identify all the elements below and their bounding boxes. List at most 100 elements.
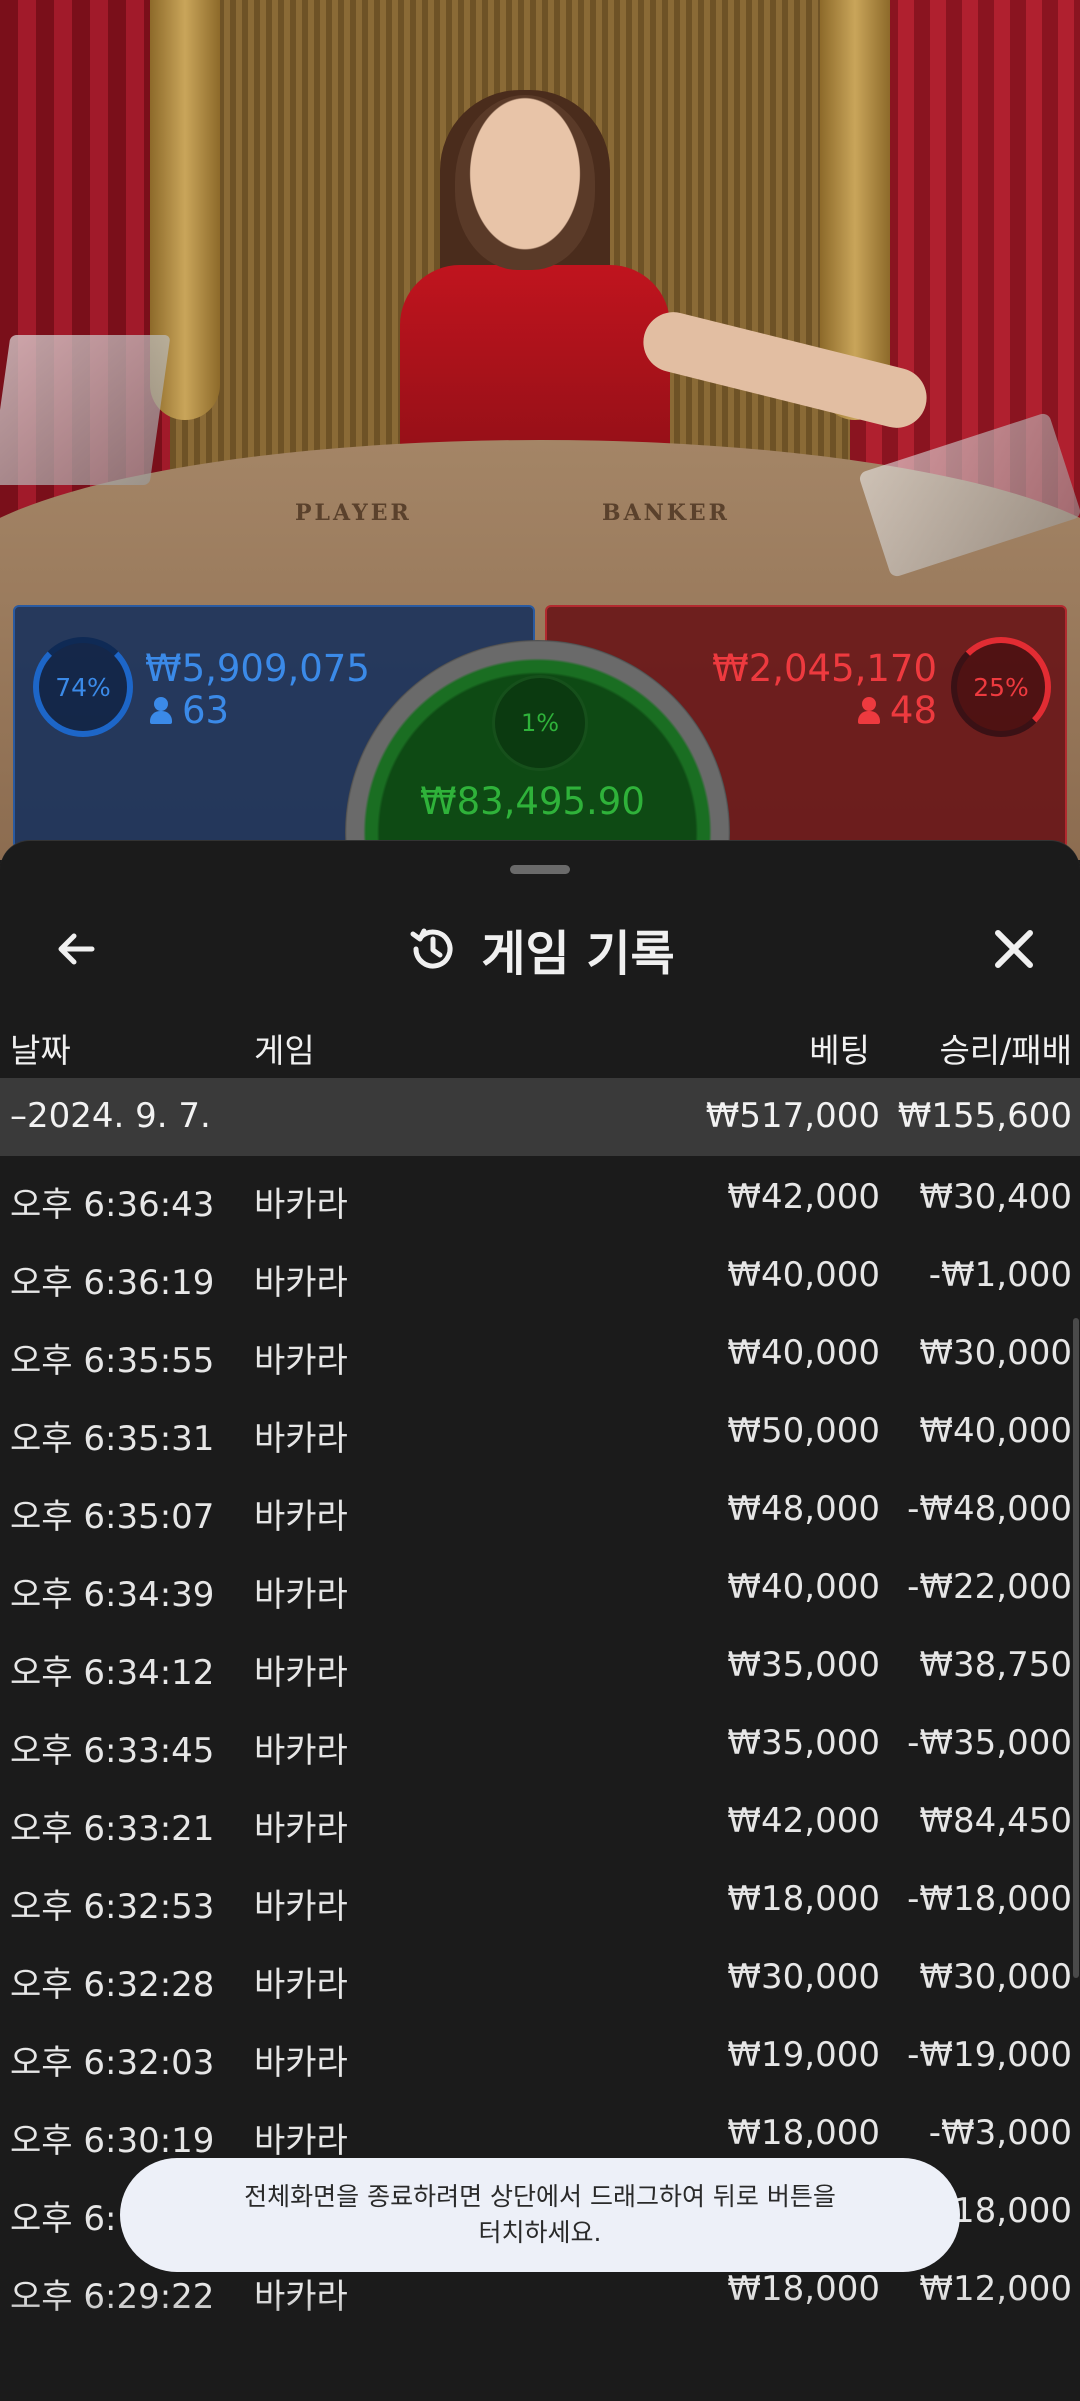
banker-count-value: 48 <box>889 689 937 732</box>
tie-percent: 1% <box>520 709 560 737</box>
row-time: 오후 6:34:12 <box>10 1653 215 1693</box>
col-header-bet: 베팅 <box>809 1031 870 1070</box>
history-list: 오후 6:36:43 바카라 ₩42,000 ₩30,400 오후 6:36:19 바카라… <box>0 1159 1080 2329</box>
row-time: 오후 6:35:07 <box>10 1497 215 1537</box>
row-time: 오후 6:36:19 <box>10 1263 215 1303</box>
banker-percent: 25% <box>973 672 1029 702</box>
date-group-bet: ₩517,000 <box>705 1096 880 1136</box>
row-bet: ₩35,000 <box>727 1645 880 1685</box>
scrollbar-thumb[interactable] <box>1073 1318 1079 1978</box>
history-row[interactable]: 오후 6:35:07 바카라 ₩48,000 -₩48,000 <box>0 1471 1080 1549</box>
tie-percent-ring: 1% <box>492 675 588 771</box>
row-bet: ₩50,000 <box>727 1411 880 1451</box>
history-row[interactable]: 오후 6:35:31 바카라 ₩50,000 ₩40,000 <box>0 1393 1080 1471</box>
history-row[interactable]: 오후 6:33:21 바카라 ₩42,000 ₩84,450 <box>0 1783 1080 1861</box>
history-row[interactable]: 오후 6:36:43 바카라 ₩42,000 ₩30,400 <box>0 1159 1080 1237</box>
date-group-label: –2024. 9. 7. <box>10 1096 211 1136</box>
row-time: 오후 6:35:55 <box>10 1341 215 1381</box>
row-game: 바카라 <box>254 1263 348 1303</box>
row-bet: ₩42,000 <box>727 1177 880 1217</box>
row-game: 바카라 <box>254 1419 348 1459</box>
row-game: 바카라 <box>254 1575 348 1615</box>
sheet-header: 게임 기록 <box>0 891 1080 1001</box>
row-time: 오후 6:33:21 <box>10 1809 215 1849</box>
row-result: ₩30,400 <box>919 1177 1072 1217</box>
row-game: 바카라 <box>254 1965 348 2005</box>
row-game: 바카라 <box>254 2043 348 2083</box>
close-button[interactable] <box>978 913 1050 985</box>
row-bet: ₩30,000 <box>727 1957 880 1997</box>
close-icon <box>995 930 1033 968</box>
toast-line-2: 터치하세요. <box>478 2218 602 2247</box>
history-row[interactable]: 오후 6:32:53 바카라 ₩18,000 -₩18,000 <box>0 1861 1080 1939</box>
row-result: -₩35,000 <box>907 1723 1072 1763</box>
col-header-date: 날짜 <box>10 1031 71 1070</box>
row-time: 오후 6:32:28 <box>10 1965 215 2005</box>
row-time: 오후 6:36:43 <box>10 1185 215 1225</box>
row-game: 바카라 <box>254 2121 348 2161</box>
card-shoe-left <box>0 335 171 485</box>
history-row[interactable]: 오후 6:36:19 바카라 ₩40,000 -₩1,000 <box>0 1237 1080 1315</box>
row-time: 오후 6:34:39 <box>10 1575 215 1615</box>
row-result: 18,000 <box>953 2191 1072 2231</box>
row-game: 바카라 <box>254 1809 348 1849</box>
row-result: -₩3,000 <box>928 2113 1072 2153</box>
row-result: -₩1,000 <box>928 1255 1072 1295</box>
row-game: 바카라 <box>254 1887 348 1927</box>
history-row[interactable]: 오후 6:35:55 바카라 ₩40,000 ₩30,000 <box>0 1315 1080 1393</box>
row-time: 오후 6:32:03 <box>10 2043 215 2083</box>
date-group-row[interactable]: –2024. 9. 7. ₩517,000 ₩155,600 <box>0 1078 1080 1156</box>
row-result: -₩18,000 <box>907 1879 1072 1919</box>
tie-total-amount: ₩83,495.90 <box>420 780 645 823</box>
table-label-banker: BANKER <box>602 500 730 526</box>
history-row[interactable]: 오후 6:34:39 바카라 ₩40,000 -₩22,000 <box>0 1549 1080 1627</box>
row-bet: ₩42,000 <box>727 1801 880 1841</box>
row-result: ₩40,000 <box>919 1411 1072 1451</box>
row-bet: ₩40,000 <box>727 1333 880 1373</box>
banker-percent-ring: 25% <box>951 637 1051 737</box>
history-row[interactable]: 오후 6:32:28 바카라 ₩30,000 ₩30,000 <box>0 1939 1080 2017</box>
person-icon <box>857 696 880 725</box>
sheet-title-group: 게임 기록 <box>0 913 1080 985</box>
row-game: 바카라 <box>254 1731 348 1771</box>
row-result: -₩48,000 <box>907 1489 1072 1529</box>
row-time: 오후 6: <box>10 2199 117 2239</box>
dealer-face <box>455 95 595 270</box>
row-bet: ₩35,000 <box>727 1723 880 1763</box>
list-fade <box>0 2291 1080 2401</box>
history-icon <box>410 928 453 969</box>
row-result: -₩22,000 <box>907 1567 1072 1607</box>
row-bet: ₩40,000 <box>727 1567 880 1607</box>
live-video-area: PLAYER BANKER 74% ₩5,909,075 63 25% ₩2,0… <box>0 0 1080 860</box>
col-header-game: 게임 <box>254 1031 315 1070</box>
row-bet: ₩18,000 <box>727 1879 880 1919</box>
player-percent: 74% <box>55 672 111 702</box>
history-row[interactable]: 오후 6:32:03 바카라 ₩19,000 -₩19,000 <box>0 2017 1080 2095</box>
row-game: 바카라 <box>254 1653 348 1693</box>
history-row[interactable]: 오후 6:34:12 바카라 ₩35,000 ₩38,750 <box>0 1627 1080 1705</box>
row-time: 오후 6:32:53 <box>10 1887 215 1927</box>
toast-line-1: 전체화면을 종료하려면 상단에서 드래그하여 뒤로 버튼을 <box>244 2182 836 2211</box>
banker-total-amount: ₩2,045,170 <box>712 647 937 690</box>
table-label-player: PLAYER <box>295 500 412 526</box>
fullscreen-toast: 전체화면을 종료하려면 상단에서 드래그하여 뒤로 버튼을 터치하세요. <box>120 2158 960 2272</box>
sheet-title: 게임 기록 <box>481 926 675 982</box>
column-headers: 날짜 게임 베팅 승리/패배 <box>0 1016 1080 1076</box>
drag-handle[interactable] <box>510 865 570 874</box>
row-bet: ₩19,000 <box>727 2035 880 2075</box>
row-bet: ₩40,000 <box>727 1255 880 1295</box>
player-percent-ring: 74% <box>33 637 133 737</box>
row-result: ₩30,000 <box>919 1957 1072 1997</box>
history-row[interactable]: 오후 6:33:45 바카라 ₩35,000 -₩35,000 <box>0 1705 1080 1783</box>
date-group-result: ₩155,600 <box>897 1096 1072 1136</box>
row-result: ₩38,750 <box>919 1645 1072 1685</box>
row-time: 오후 6:30:19 <box>10 2121 215 2161</box>
row-bet: ₩18,000 <box>727 2113 880 2153</box>
row-time: 오후 6:35:31 <box>10 1419 215 1459</box>
row-result: -₩19,000 <box>907 2035 1072 2075</box>
banker-count: 48 <box>857 689 937 732</box>
row-game: 바카라 <box>254 1497 348 1537</box>
player-count-value: 63 <box>182 689 230 732</box>
row-result: ₩84,450 <box>919 1801 1072 1841</box>
scrollbar[interactable] <box>1072 1078 1080 2398</box>
